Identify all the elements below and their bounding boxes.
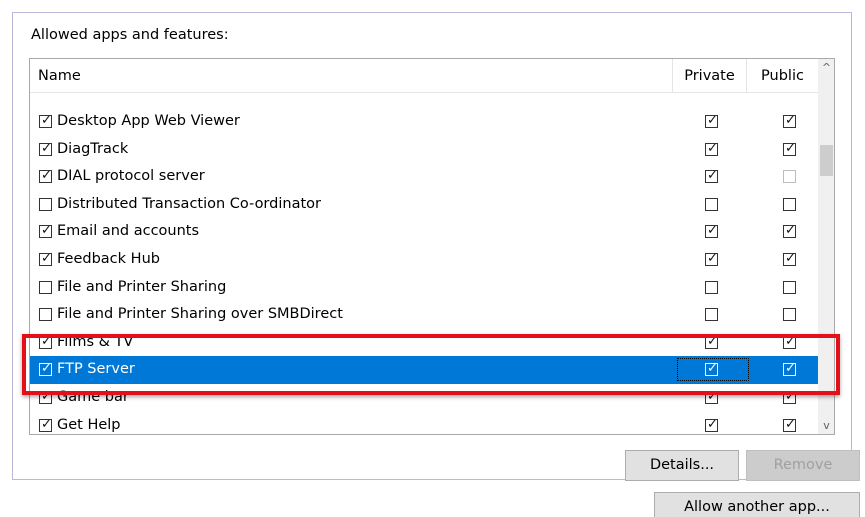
list-item[interactable]: ✓ Email and accounts ✓ ✓ — [30, 218, 818, 246]
list-item-label: Desktop App Web Viewer — [57, 113, 240, 129]
private-checkbox[interactable]: ✓ — [705, 140, 718, 156]
public-checkbox[interactable]: ✓ — [783, 416, 796, 432]
list-item[interactable]: ✓ Feedback Hub ✓ ✓ — [30, 246, 818, 274]
private-checkbox[interactable] — [705, 308, 718, 322]
scroll-down-icon[interactable]: v — [818, 417, 834, 434]
group-label: Allowed apps and features: — [31, 27, 229, 43]
checkmark-icon: ✓ — [41, 223, 52, 239]
list-item[interactable]: ✓ Desktop App Web Viewer ✓ ✓ — [30, 108, 818, 136]
public-checkbox[interactable]: ✓ — [783, 113, 796, 128]
list-item-label: DIAL protocol server — [57, 168, 205, 185]
allowed-apps-group: Allowed apps and features: Name Private … — [12, 12, 860, 481]
list-item[interactable]: File and Printer Sharing — [30, 274, 818, 302]
checkmark-icon: ✓ — [707, 140, 718, 156]
details-button[interactable]: Details... — [625, 450, 739, 481]
checkmark-icon: ✓ — [41, 140, 52, 156]
public-checkbox[interactable] — [783, 170, 796, 184]
column-header-public[interactable]: Public — [746, 59, 818, 93]
public-checkbox[interactable] — [783, 197, 796, 211]
private-checkbox[interactable]: ✓ — [705, 223, 718, 239]
remove-button[interactable]: Remove — [746, 450, 860, 481]
column-header-name[interactable]: Name — [38, 59, 81, 93]
list-item-label: Distributed Transaction Co-ordinator — [57, 195, 321, 212]
private-checkbox[interactable] — [705, 280, 718, 294]
enable-checkbox[interactable]: ✓ — [39, 250, 52, 266]
enable-checkbox[interactable]: ✓ — [39, 168, 52, 184]
public-checkbox[interactable]: ✓ — [783, 250, 796, 266]
enable-checkbox[interactable]: ✓ — [39, 223, 52, 239]
list-header: Name Private Public — [30, 59, 818, 93]
column-header-private[interactable]: Private — [672, 59, 746, 93]
enable-checkbox[interactable] — [39, 197, 52, 211]
checkmark-icon: ✓ — [707, 250, 718, 266]
checkmark-icon: ✓ — [707, 113, 718, 128]
list-item[interactable]: Distributed Transaction Co-ordinator — [30, 191, 818, 219]
public-checkbox[interactable]: ✓ — [783, 140, 796, 156]
checkmark-icon: ✓ — [41, 416, 52, 432]
private-checkbox[interactable]: ✓ — [705, 250, 718, 266]
list-item[interactable]: ✓ DiagTrack ✓ ✓ — [30, 136, 818, 164]
list-item-label: File and Printer Sharing — [57, 278, 227, 295]
list-item[interactable]: File and Printer Sharing over SMBDirect — [30, 301, 818, 329]
list-item-label: Email and accounts — [57, 223, 200, 240]
enable-checkbox[interactable]: ✓ — [39, 416, 52, 432]
enable-checkbox[interactable]: ✓ — [39, 113, 52, 128]
checkmark-icon: ✓ — [41, 168, 52, 184]
public-checkbox[interactable] — [783, 280, 796, 294]
annotation-highlight-box — [22, 334, 840, 395]
checkmark-icon: ✓ — [785, 250, 796, 266]
private-checkbox[interactable]: ✓ — [705, 416, 718, 432]
allow-another-app-button[interactable]: Allow another app... — [654, 492, 860, 517]
checkmark-icon: ✓ — [707, 223, 718, 239]
public-checkbox[interactable] — [783, 308, 796, 322]
scroll-up-icon[interactable]: ^ — [818, 59, 834, 76]
checkmark-icon: ✓ — [785, 416, 796, 432]
enable-checkbox[interactable] — [39, 308, 52, 322]
checkmark-icon: ✓ — [785, 113, 796, 128]
checkmark-icon: ✓ — [785, 223, 796, 239]
list-item[interactable]: ✓ DIAL protocol server ✓ — [30, 163, 818, 191]
checkmark-icon: ✓ — [785, 140, 796, 156]
checkmark-icon: ✓ — [41, 113, 52, 128]
list-item-label: Get Help — [57, 416, 121, 433]
private-checkbox[interactable]: ✓ — [705, 113, 718, 128]
private-checkbox[interactable]: ✓ — [705, 168, 718, 184]
list-item-label: DiagTrack — [57, 140, 129, 157]
checkmark-icon: ✓ — [41, 250, 52, 266]
list-item[interactable]: ✓ Get Help ✓ ✓ — [30, 412, 818, 434]
public-checkbox[interactable]: ✓ — [783, 223, 796, 239]
checkmark-icon: ✓ — [707, 416, 718, 432]
checkmark-icon: ✓ — [707, 168, 718, 184]
list-item-label: File and Printer Sharing over SMBDirect — [57, 306, 343, 323]
enable-checkbox[interactable] — [39, 280, 52, 294]
list-item-label: Feedback Hub — [57, 250, 160, 267]
scrollbar-thumb[interactable] — [820, 145, 833, 176]
private-checkbox[interactable] — [705, 197, 718, 211]
enable-checkbox[interactable]: ✓ — [39, 140, 52, 156]
